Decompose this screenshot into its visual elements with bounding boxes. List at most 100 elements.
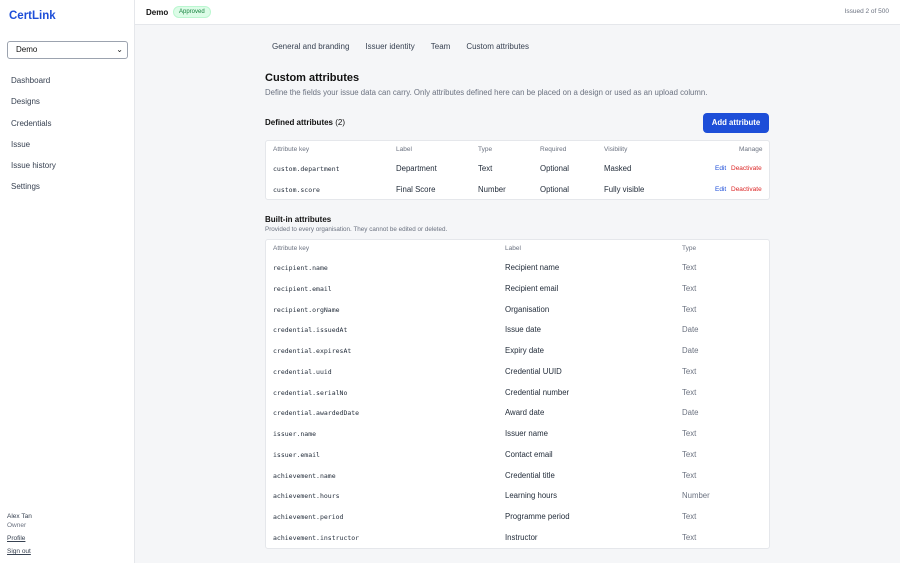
table-row: achievement.hours Learning hours Number [266,486,769,507]
sidebar: CertLink Demo ⌄ Dashboard Designs Creden… [0,0,135,563]
attribute-key: achievement.period [273,513,344,521]
column-header-type: Type [682,245,697,252]
attribute-label: Department [396,164,437,173]
attribute-type: Number [478,185,506,194]
attribute-label: Learning hours [505,491,558,501]
tab-issuer-identity[interactable]: Issuer identity [365,42,414,51]
attribute-label: Recipient email [505,283,559,293]
column-header-key: Attribute key [273,146,310,153]
attribute-label: Credential UUID [505,366,562,376]
deactivate-link[interactable]: Deactivate [731,165,762,172]
attribute-label: Organisation [505,304,550,314]
attribute-key: issuer.name [273,430,317,438]
sidebar-item-dashboard[interactable]: Dashboard [0,72,134,93]
page-title: Custom attributes [265,72,360,84]
attribute-type: Text [682,512,697,521]
sidebar-item-issue[interactable]: Issue [0,136,134,157]
attribute-key: custom.department [273,165,340,173]
table-row: achievement.name Credential title Text [266,466,769,487]
tab-team[interactable]: Team [431,42,451,51]
column-header-label: Label [505,245,521,252]
table-row: recipient.email Recipient email Text [266,279,769,300]
attribute-key: achievement.hours [273,492,340,501]
edit-link[interactable]: Edit [715,186,726,193]
attribute-type: Text [682,449,697,459]
attribute-type: Text [682,470,697,480]
attribute-type: Date [682,325,699,335]
attribute-label: Final Score [396,185,436,194]
attribute-key: achievement.name [273,471,336,480]
table-row: credential.serialNo Credential number Text [266,383,769,404]
column-header-type: Type [478,146,493,153]
defined-attributes-heading: Defined attributes (2) [265,118,345,127]
table-row: achievement.instructor Instructor Text [266,528,769,549]
edit-link[interactable]: Edit [715,165,726,172]
defined-heading-text: Defined attributes [265,118,334,127]
attribute-type: Text [478,164,493,173]
attribute-label: Contact email [505,449,553,459]
sign-out-link[interactable]: Sign out [7,547,32,556]
issued-count: Issued 2 of 500 [844,8,889,15]
attribute-label: Credential number [505,387,570,397]
attribute-key: issuer.email [273,450,320,459]
table-row: recipient.orgName Organisation Text [266,300,769,321]
attribute-type: Text [682,366,697,376]
attribute-type: Text [682,387,697,397]
builtin-attributes-description: Provided to every organisation. They can… [265,226,448,233]
column-header-visibility: Visibility [604,146,628,153]
table-header: Attribute key Label Type Required Visibi… [266,141,769,159]
profile-link[interactable]: Profile [7,534,32,543]
attribute-key: recipient.name [273,264,328,272]
attribute-key: credential.expiresAt [273,347,352,355]
column-header-label: Label [396,146,412,153]
table-row: credential.expiresAt Expiry date Date [266,341,769,362]
attribute-type: Number [682,491,710,501]
org-select-value: Demo [16,45,38,54]
table-row: issuer.name Issuer name Text [266,424,769,445]
column-header-manage: Manage [739,146,763,153]
builtin-attributes-table: Attribute key Label Type recipient.name R… [265,239,770,549]
sidebar-item-designs[interactable]: Designs [0,93,134,114]
sidebar-item-issue-history[interactable]: Issue history [0,157,134,178]
attribute-label: Expiry date [505,346,545,355]
page-description: Define the fields your issue data can ca… [265,88,708,97]
attribute-type: Text [682,304,697,314]
table-row: credential.awardedDate Award date Date [266,403,769,424]
sidebar-item-settings[interactable]: Settings [0,178,134,199]
attribute-visibility: Fully visible [604,185,645,194]
table-row: credential.issuedAt Issue date Date [266,320,769,341]
tab-custom-attributes[interactable]: Custom attributes [466,42,529,51]
attribute-label: Programme period [505,512,570,521]
attribute-key: recipient.email [273,284,332,293]
table-row: issuer.email Contact email Text [266,445,769,466]
builtin-attributes-heading: Built-in attributes [265,215,332,224]
deactivate-link[interactable]: Deactivate [731,186,762,193]
add-attribute-button[interactable]: Add attribute [703,113,769,133]
defined-attributes-table: Attribute key Label Type Required Visibi… [265,140,770,200]
column-header-key: Attribute key [273,245,310,252]
attribute-type: Text [682,283,697,293]
chevron-down-icon: ⌄ [116,45,123,54]
brand-logo[interactable]: CertLink [9,10,56,22]
tab-general-branding[interactable]: General and branding [272,42,349,51]
attribute-type: Date [682,408,699,418]
attribute-label: Award date [505,408,545,418]
workspace-name: Demo [146,8,169,17]
defined-count: (2) [335,118,346,127]
status-badge: Approved [173,6,211,18]
column-header-required: Required [540,146,567,153]
attribute-key: recipient.orgName [273,305,340,314]
org-select[interactable]: Demo ⌄ [7,41,128,59]
table-row: custom.department Department Text Option… [266,159,769,180]
table-row: credential.uuid Credential UUID Text [266,362,769,383]
table-row: custom.score Final Score Number Optional… [266,180,769,201]
attribute-required: Optional [540,185,570,194]
attribute-key: credential.serialNo [273,388,348,397]
user-role: Owner [7,522,27,529]
table-row: achievement.period Programme period Text [266,507,769,528]
attribute-key: custom.score [273,186,320,194]
attribute-label: Credential title [505,470,555,480]
sidebar-item-credentials[interactable]: Credentials [0,115,134,136]
attribute-key: achievement.instructor [273,533,360,542]
attribute-required: Optional [540,164,570,173]
